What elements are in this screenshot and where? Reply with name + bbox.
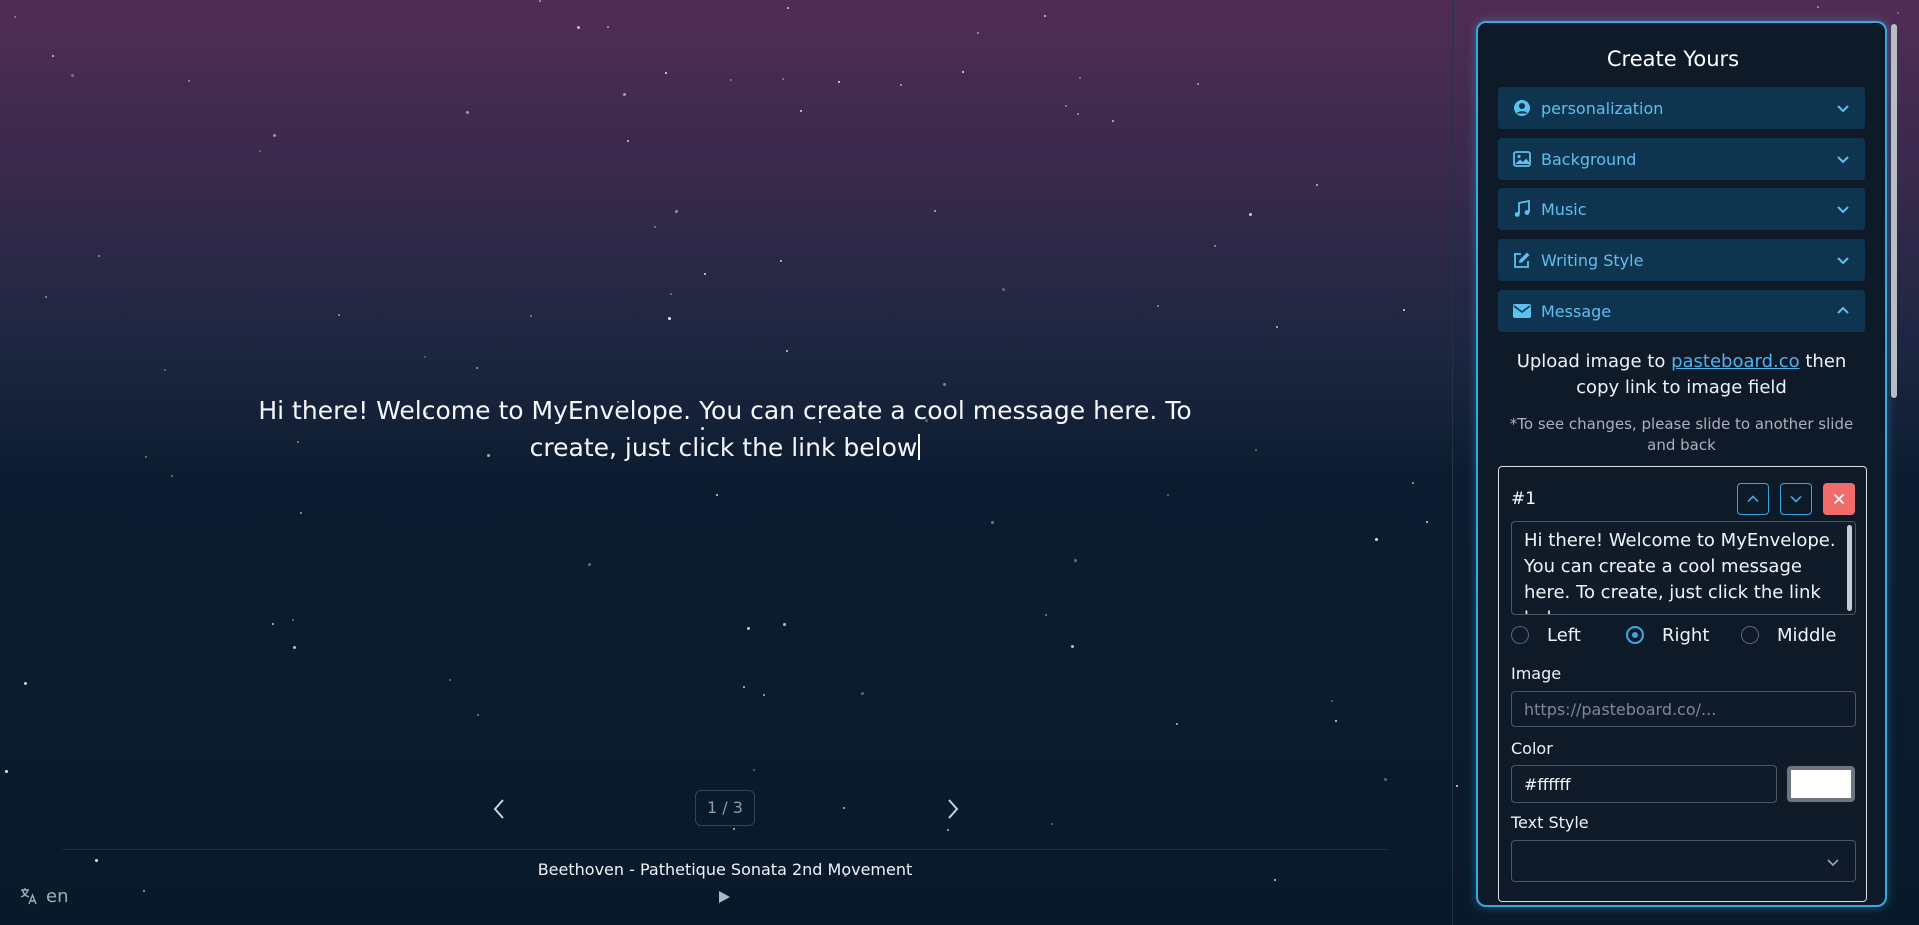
chevron-down-icon: [1837, 156, 1849, 164]
text-caret: [918, 434, 921, 460]
slide-number: #1: [1511, 489, 1537, 509]
chevron-down-icon: [1790, 495, 1802, 503]
star: [1897, 12, 1899, 14]
textarea-scrollbar[interactable]: [1847, 525, 1852, 611]
radio-circle: [1741, 626, 1759, 644]
slide-editor-card: #1 Hi there! Welcome to MyEnvelope. You …: [1498, 466, 1867, 902]
section-writing-style[interactable]: Writing Style: [1498, 239, 1865, 281]
radio-circle: [1511, 626, 1529, 644]
panel-scroll-thumb[interactable]: [1891, 24, 1897, 398]
section-message[interactable]: Message: [1498, 290, 1865, 332]
next-slide-button[interactable]: [938, 794, 968, 824]
close-icon: [1833, 493, 1845, 505]
panel-title: Create Yours: [1606, 47, 1740, 71]
star: [1456, 785, 1458, 787]
delete-slide-button[interactable]: [1823, 483, 1855, 515]
chevron-up-icon: [1747, 495, 1759, 503]
play-button[interactable]: [716, 889, 732, 905]
image-icon: [1513, 150, 1531, 168]
language-code: en: [46, 885, 69, 907]
upload-prefix: Upload image to: [1516, 351, 1672, 372]
chevron-down-icon: [1837, 105, 1849, 113]
music-title: Beethoven - Pathetique Sonata 2nd Moveme…: [537, 860, 913, 879]
align-middle-radio[interactable]: Middle: [1741, 621, 1836, 649]
star: [1817, 6, 1819, 8]
music-icon: [1513, 200, 1531, 218]
radio-label: Middle: [1777, 624, 1837, 646]
section-label: Message: [1541, 301, 1612, 321]
changes-note: *To see changes, please slide to another…: [1509, 415, 1854, 454]
section-label: Writing Style: [1541, 250, 1644, 270]
message-stage: Hi there! Welcome to MyEnvelope. You can…: [0, 0, 1452, 925]
align-right-radio[interactable]: Right: [1626, 621, 1709, 649]
slide-counter: 1 / 3: [695, 790, 755, 826]
play-icon: [719, 891, 730, 903]
translate-icon: [20, 888, 37, 905]
chevron-down-icon: [1837, 257, 1849, 265]
section-label: Music: [1541, 199, 1587, 219]
divider: [62, 849, 1388, 850]
pasteboard-link[interactable]: pasteboard.co: [1671, 351, 1800, 372]
section-personalization[interactable]: personalization: [1498, 87, 1865, 129]
text-style-select[interactable]: [1511, 840, 1856, 882]
previous-slide-button[interactable]: [484, 794, 514, 824]
color-hex-input[interactable]: [1511, 765, 1777, 803]
user-circle-icon: [1513, 99, 1531, 117]
upload-instruction: Upload image to pasteboard.co then copy …: [1498, 349, 1865, 401]
chevron-left-icon: [493, 799, 504, 819]
section-music[interactable]: Music: [1498, 188, 1865, 230]
image-url-input[interactable]: [1511, 691, 1856, 727]
chevron-up-icon: [1837, 306, 1849, 314]
slide-message: Hi there! Welcome to MyEnvelope. You can…: [258, 396, 1192, 462]
radio-circle-checked: [1626, 626, 1644, 644]
language-switcher[interactable]: en: [20, 885, 68, 907]
envelope-icon: [1513, 302, 1531, 320]
section-background[interactable]: Background: [1498, 138, 1865, 180]
create-panel: Create Yours personalization Background …: [1476, 21, 1887, 907]
radio-label: Right: [1662, 624, 1710, 646]
move-down-button[interactable]: [1780, 483, 1812, 515]
chevron-down-icon: [1827, 859, 1839, 867]
color-label: Color: [1511, 739, 1553, 758]
chevron-down-icon: [1837, 206, 1849, 214]
image-label: Image: [1511, 664, 1562, 683]
align-left-radio[interactable]: Left: [1511, 621, 1581, 649]
edit-icon: [1513, 251, 1531, 269]
chevron-right-icon: [948, 799, 959, 819]
stage-separator: [1452, 0, 1453, 925]
message-textarea[interactable]: Hi there! Welcome to MyEnvelope. You can…: [1511, 521, 1856, 615]
move-up-button[interactable]: [1737, 483, 1769, 515]
section-label: Background: [1541, 149, 1637, 169]
section-label: personalization: [1541, 98, 1664, 118]
color-picker-swatch[interactable]: [1787, 766, 1855, 802]
radio-label: Left: [1547, 624, 1581, 646]
text-style-label: Text Style: [1511, 813, 1589, 832]
